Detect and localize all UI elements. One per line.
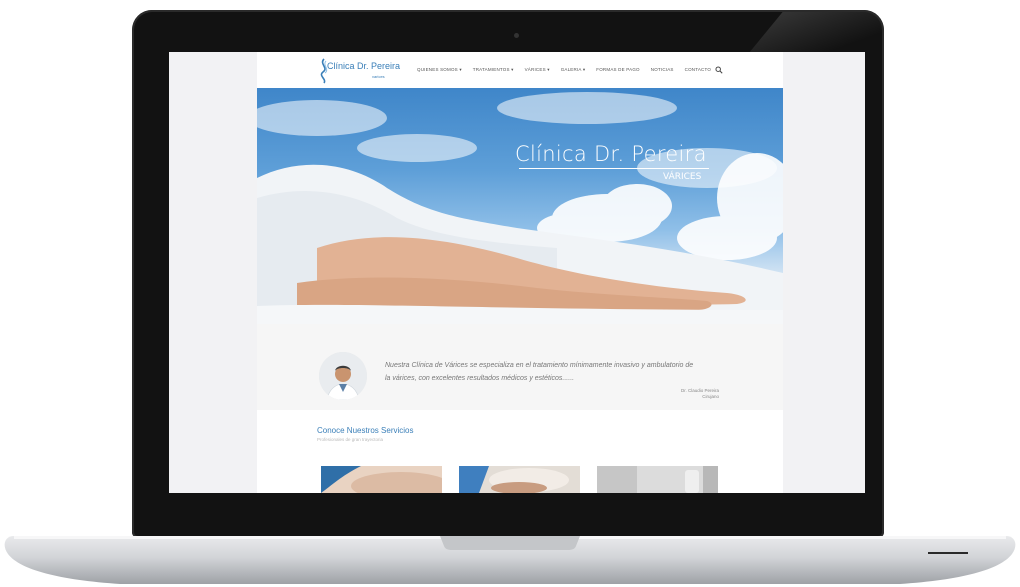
service-image — [459, 466, 580, 493]
hero-divider — [519, 168, 709, 169]
camera-icon — [514, 33, 519, 38]
menu-label: TRATAMIENTOS — [472, 67, 510, 72]
menu-label: GALERIA — [560, 67, 582, 72]
service-card[interactable] — [321, 466, 442, 493]
hero-slider: Clínica Dr. Pereira VÁRICES — [257, 88, 783, 324]
chevron-down-icon: ▾ — [459, 67, 462, 72]
menu-item-contacto[interactable]: CONTACTO — [685, 67, 711, 73]
site-logo[interactable]: Clínica Dr. Pereira varices — [317, 58, 401, 84]
menu-item-tratamientos[interactable]: TRATAMIENTOS ▾ — [473, 67, 514, 73]
menu-label: NOTICIAS — [650, 67, 674, 72]
testimonial-author: Dr. Claudio Pereira Cirujano — [637, 388, 719, 400]
testimonial-quote: Nuestra Clínica de Várices se especializ… — [385, 362, 694, 382]
menu-item-formas-de-pago[interactable]: FORMAS DE PAGO — [596, 67, 639, 73]
logo-text: Clínica Dr. Pereira — [327, 61, 401, 71]
menu-label: QUIENES SOMOS — [417, 67, 458, 72]
hero-image — [257, 92, 783, 324]
avatar — [319, 352, 367, 400]
hero-subtitle: VÁRICES — [663, 172, 702, 182]
menu-label: CONTACTO — [684, 67, 712, 72]
power-indicator — [928, 552, 968, 554]
menu-item-quienes-somos[interactable]: QUIENES SOMOS ▾ — [417, 67, 462, 73]
main-menu: QUIENES SOMOS ▾ TRATAMIENTOS ▾ VÁRICES ▾… — [417, 67, 722, 73]
search-icon[interactable] — [715, 66, 723, 74]
menu-label: VÁRICES — [524, 67, 546, 72]
menu-item-noticias[interactable]: NOTICIAS — [651, 67, 674, 73]
laptop-screen: Clínica Dr. Pereira varices QUIENES SOMO… — [169, 52, 865, 493]
menu-item-galeria[interactable]: GALERIA ▾ — [561, 67, 586, 73]
service-card[interactable] — [597, 466, 718, 493]
website: Clínica Dr. Pereira varices QUIENES SOMO… — [257, 52, 783, 493]
menu-label: FORMAS DE PAGO — [596, 67, 640, 72]
chevron-down-icon: ▾ — [511, 67, 514, 72]
service-card[interactable] — [459, 466, 580, 493]
chevron-down-icon: ▾ — [547, 67, 550, 72]
service-image — [597, 466, 718, 493]
services-subtitle: Profesionales de gran trayectoria — [317, 437, 384, 442]
menu-item-varices[interactable]: VÁRICES ▾ — [525, 67, 550, 73]
logo-subtext: varices — [372, 74, 385, 79]
hero-title: Clínica Dr. Pereira — [515, 142, 707, 166]
doctor-photo — [319, 352, 367, 400]
chevron-down-icon: ▾ — [582, 67, 586, 72]
service-image — [321, 466, 442, 493]
author-role: Cirujano — [702, 394, 719, 399]
top-nav: Clínica Dr. Pereira varices QUIENES SOMO… — [257, 52, 783, 88]
laptop-base — [4, 536, 1016, 584]
services-title: Conoce Nuestros Servicios — [317, 426, 414, 435]
